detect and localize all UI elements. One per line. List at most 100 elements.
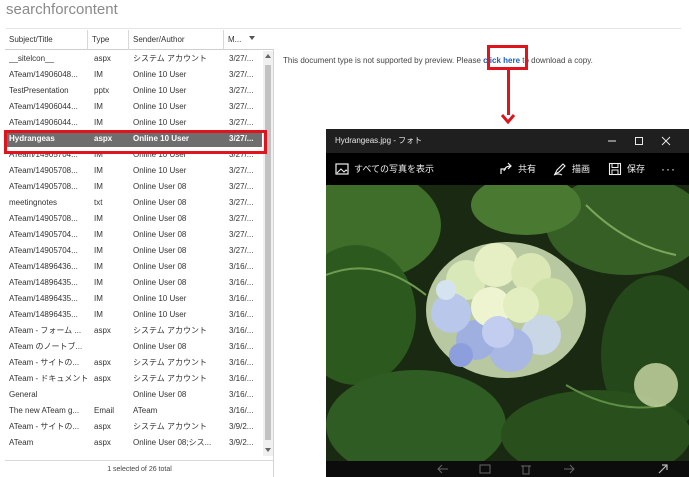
row-sender: Online User 08	[133, 390, 187, 399]
table-row[interactable]: ATeam/14906044... IM Online 10 User 3/27/..…	[5, 115, 262, 131]
table-row[interactable]: ATeam/14896435... IM Online 10 User 3/16/..…	[5, 307, 262, 323]
row-subject: ATeam/14896436...	[9, 262, 78, 271]
gallery-icon	[335, 163, 349, 175]
table-row[interactable]: ATeam - サイトの... aspx システム アカウント 3/9/2...	[5, 419, 262, 435]
row-modified: 3/27/...	[229, 182, 254, 191]
table-row[interactable]: ATeam/14905704... IM Online User 08 3/27/..…	[5, 227, 262, 243]
table-row[interactable]: ATeam/14896435... IM Online User 08 3/16/..…	[5, 275, 262, 291]
row-type: aspx	[94, 54, 111, 63]
table-row[interactable]: ATeam/14896435... IM Online 10 User 3/16/..…	[5, 291, 262, 307]
sort-down-icon[interactable]	[249, 36, 255, 40]
row-sender: システム アカウント	[133, 358, 207, 367]
row-sender: Online User 08;シス...	[133, 438, 212, 447]
draw-label: 描画	[572, 164, 591, 174]
save-label: 保存	[627, 164, 646, 174]
table-row[interactable]: ATeam/14905708... IM Online 10 User 3/27/..…	[5, 163, 262, 179]
table-row[interactable]: ATeam/14905708... IM Online User 08 3/27/..…	[5, 211, 262, 227]
column-header-type[interactable]: Type	[88, 30, 129, 50]
row-type: aspx	[94, 422, 111, 431]
draw-button[interactable]: 描画	[553, 153, 590, 185]
row-subject: ATeam のノートブ...	[9, 342, 83, 351]
row-modified: 3/16/...	[229, 326, 254, 335]
table-row[interactable]: ATeam/14906044... IM Online 10 User 3/27/..…	[5, 99, 262, 115]
table-row[interactable]: ATeam/14896436... IM Online User 08 3/16/..…	[5, 259, 262, 275]
selection-status: 1 selected of 26 total	[5, 460, 274, 477]
table-row[interactable]: ATeam のノートブ... Online User 08 3/16/...	[5, 339, 262, 355]
scroll-thumb[interactable]	[265, 65, 271, 440]
photos-window-title: Hydrangeas.jpg - フォト	[335, 136, 423, 145]
table-row[interactable]: The new ATeam g... Email ATeam 3/16/...	[5, 403, 262, 419]
row-sender: システム アカウント	[133, 326, 207, 335]
row-modified: 3/27/...	[229, 214, 254, 223]
table-row[interactable]: ATeam/14906048... IM Online 10 User 3/27/..…	[5, 67, 262, 83]
scroll-down-icon[interactable]	[265, 448, 271, 452]
forward-arrow-icon[interactable]	[562, 463, 576, 475]
row-type: IM	[94, 294, 103, 303]
row-type: IM	[94, 230, 103, 239]
minimize-icon[interactable]	[598, 129, 626, 153]
slideshow-icon[interactable]	[478, 463, 492, 475]
photos-app-window: Hydrangeas.jpg - フォト すべての写真を表示 共有 描画 保存 …	[326, 129, 689, 477]
back-arrow-icon[interactable]	[436, 463, 450, 475]
row-type: IM	[94, 70, 103, 79]
photos-toolbar: すべての写真を表示 共有 描画 保存 ···	[326, 153, 689, 185]
row-sender: Online 10 User	[133, 86, 187, 95]
row-subject: ATeam/14896435...	[9, 278, 78, 287]
close-icon[interactable]	[652, 129, 680, 153]
row-subject: ATeam/14905708...	[9, 182, 78, 191]
row-sender: Online User 08	[133, 342, 187, 351]
row-modified: 3/27/...	[229, 86, 254, 95]
table-row[interactable]: TestPresentation pptx Online 10 User 3/27/.…	[5, 83, 262, 99]
arrow-down-icon	[500, 114, 516, 125]
column-header-sender[interactable]: Sender/Author	[129, 30, 224, 50]
row-sender: Online User 08	[133, 230, 187, 239]
save-icon	[608, 162, 622, 176]
row-subject: ATeam/14905708...	[9, 214, 78, 223]
row-modified: 3/16/...	[229, 374, 254, 383]
row-type: IM	[94, 166, 103, 175]
share-button[interactable]: 共有	[499, 153, 536, 185]
table-row[interactable]: ATeam/14905708... IM Online User 08 3/27/..…	[5, 179, 262, 195]
more-icon[interactable]: ···	[661, 153, 676, 185]
row-modified: 3/16/...	[229, 342, 254, 351]
row-modified: 3/9/2...	[229, 438, 254, 447]
row-type: Email	[94, 406, 115, 415]
row-modified: 3/16/...	[229, 358, 254, 367]
row-type: aspx	[94, 358, 111, 367]
row-subject: TestPresentation	[9, 86, 69, 95]
row-modified: 3/27/...	[229, 54, 254, 63]
save-button[interactable]: 保存	[608, 153, 645, 185]
maximize-icon[interactable]	[625, 129, 653, 153]
list-scrollbar[interactable]	[263, 51, 273, 456]
row-type: pptx	[94, 86, 110, 95]
row-subject: ATeam/14906048...	[9, 70, 78, 79]
table-row[interactable]: __sitelcon__ aspx システム アカウント 3/27/...	[5, 51, 262, 67]
row-subject: ATeam/14905704...	[9, 246, 78, 255]
preview-message-text-before: This document type is not supported by p…	[283, 56, 484, 65]
table-row[interactable]: ATeam - フォーム ... aspx システム アカウント 3/16/...	[5, 323, 262, 339]
view-all-photos-label: すべての写真を表示	[354, 164, 435, 174]
column-header-modified[interactable]: M...	[224, 30, 267, 50]
table-row[interactable]: General Online User 08 3/16/...	[5, 387, 262, 403]
row-subject: ATeam/14905704...	[9, 230, 78, 239]
row-sender: Online 10 User	[133, 294, 187, 303]
row-type: IM	[94, 310, 103, 319]
table-row[interactable]: ATeam aspx Online User 08;シス... 3/9/2...	[5, 435, 262, 451]
delete-icon[interactable]	[519, 463, 533, 475]
table-row[interactable]: meetingnotes txt Online User 08 3/27/...	[5, 195, 262, 211]
row-sender: Online 10 User	[133, 166, 187, 175]
row-sender: Online User 08	[133, 214, 187, 223]
row-modified: 3/27/...	[229, 198, 254, 207]
row-subject: meetingnotes	[9, 198, 58, 207]
table-row[interactable]: ATeam - ドキュメント aspx システム アカウント 3/16/...	[5, 371, 262, 387]
table-row[interactable]: ATeam - サイトの... aspx システム アカウント 3/16/...	[5, 355, 262, 371]
row-subject: ATeam - ドキュメント	[9, 374, 88, 383]
photos-bottom-bar	[326, 461, 689, 477]
header-divider	[6, 28, 681, 29]
expand-icon[interactable]	[656, 463, 670, 475]
column-header-subject[interactable]: Subject/Title	[5, 30, 88, 50]
scroll-up-icon[interactable]	[265, 54, 271, 58]
row-subject: ATeam/14896435...	[9, 294, 78, 303]
table-row[interactable]: ATeam/14905704... IM Online User 08 3/27/..…	[5, 243, 262, 259]
view-all-photos-button[interactable]: すべての写真を表示	[335, 153, 434, 185]
